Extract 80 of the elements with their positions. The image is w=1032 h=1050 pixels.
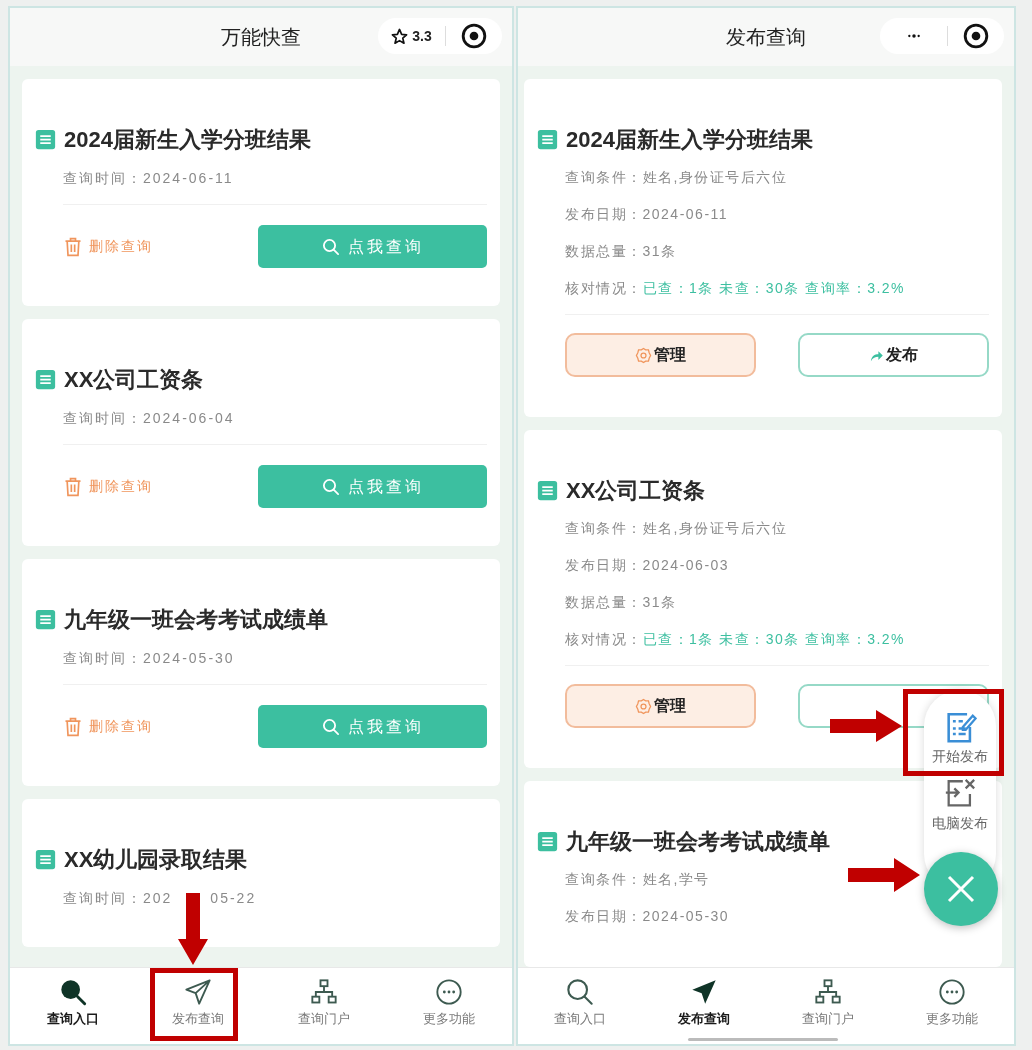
field-label: 查询条件： [565, 519, 643, 538]
document-icon [35, 849, 56, 870]
document-icon [537, 129, 558, 150]
field-value: 2024-06-11 [642, 205, 729, 224]
nav-tab[interactable]: 查询门户 [766, 968, 890, 1044]
search-icon [58, 978, 87, 1006]
field-label: 发布日期： [565, 205, 643, 224]
menu-item[interactable]: 开始发布 [932, 710, 988, 767]
nav-tab[interactable]: 查询入口 [518, 968, 642, 1044]
document-icon [35, 369, 56, 390]
document-icon [35, 129, 56, 150]
more-icon [938, 978, 966, 1006]
paper-plane-icon [690, 978, 718, 1006]
field-value: 姓名,身份证号后六位 [642, 519, 788, 538]
query-time: 查询时间：2024-05-30 [63, 649, 235, 668]
trash-icon [63, 235, 83, 258]
target-icon [461, 23, 487, 49]
field-label: 数据总量： [565, 593, 643, 612]
field-label: 发布日期： [565, 907, 643, 926]
search-icon [321, 237, 340, 256]
card-title: 2024届新生入学分班结果 [566, 126, 813, 154]
annotation-arrow [830, 710, 902, 742]
field-value: 31条 [642, 242, 677, 261]
gear-icon [635, 346, 652, 364]
gear-icon [635, 697, 652, 715]
nav-tab[interactable]: 更多功能 [386, 968, 512, 1044]
field-value: 已查：1条 未查：30条 查询率：3.2% [642, 630, 906, 649]
manage-button[interactable]: 管理 [565, 333, 756, 377]
trash-icon [63, 715, 83, 738]
nav-tab[interactable]: 查询门户 [261, 968, 387, 1044]
document-icon [35, 609, 56, 630]
field-value: 2024-05-30 [642, 907, 730, 926]
card-title: XX幼儿园录取结果 [64, 846, 248, 874]
query-time: 查询时间：202 [63, 889, 173, 908]
field-label: 核对情况： [565, 279, 643, 298]
card-title: XX公司工资条 [566, 477, 706, 505]
nav-tab[interactable]: 发布查询 [642, 968, 766, 1044]
card-title: 九年级一班会考考试成绩单 [64, 606, 328, 634]
document-icon [537, 831, 558, 852]
query-time: 05-22 [210, 889, 257, 908]
card-title: XX公司工资条 [64, 366, 204, 394]
delete-query-button[interactable]: 删除查询 [63, 475, 153, 498]
annotation-arrow [848, 858, 920, 892]
field-value: 姓名,身份证号后六位 [642, 168, 788, 187]
field-label: 发布日期： [565, 556, 643, 575]
field-value: 2024-06-03 [642, 556, 730, 575]
field-value: 姓名,学号 [642, 870, 710, 889]
paper-plane-icon [184, 978, 213, 1006]
sitemap-icon [309, 978, 338, 1006]
card-title: 2024届新生入学分班结果 [64, 126, 311, 154]
sitemap-icon [814, 978, 842, 1006]
nav-tab[interactable]: 更多功能 [890, 968, 1014, 1044]
publish-button[interactable]: 发布 [798, 333, 989, 377]
delete-query-button[interactable]: 删除查询 [63, 235, 153, 258]
page-title: 万能快查 [221, 25, 301, 50]
query-time: 查询时间：2024-06-11 [63, 169, 234, 188]
page-title: 发布查询 [726, 25, 806, 50]
manage-button[interactable]: 管理 [565, 684, 756, 728]
field-label: 查询条件： [565, 870, 643, 889]
trash-icon [63, 475, 83, 498]
field-value: 31条 [642, 593, 677, 612]
star-icon [391, 27, 409, 45]
annotation-arrow [178, 893, 208, 965]
nav-tab[interactable]: 查询入口 [10, 968, 136, 1044]
query-time: 查询时间：2024-06-04 [63, 409, 235, 428]
field-label: 核对情况： [565, 630, 643, 649]
more-icon [435, 978, 464, 1006]
target-icon [963, 23, 989, 49]
delete-query-button[interactable]: 删除查询 [63, 715, 153, 738]
document-icon [537, 480, 558, 501]
field-label: 数据总量： [565, 242, 643, 261]
card-title: 九年级一班会考考试成绩单 [566, 828, 830, 856]
nav-tab[interactable]: 发布查询 [135, 968, 261, 1044]
field-value: 已查：1条 未查：30条 查询率：3.2% [642, 279, 906, 298]
search-icon [566, 978, 594, 1006]
field-label: 查询条件： [565, 168, 643, 187]
search-icon [321, 477, 340, 496]
menu-item[interactable]: 电脑发布 [932, 777, 988, 834]
rating-value: 3.3 [412, 26, 432, 46]
search-icon [321, 717, 340, 736]
